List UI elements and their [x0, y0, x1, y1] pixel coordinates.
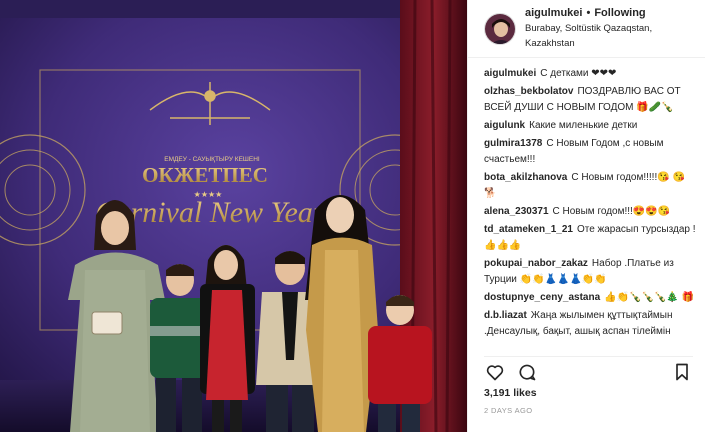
list-item: aigulmukei С детками ❤❤❤ — [484, 66, 697, 82]
list-item: aigulunk Какие миленькие детки — [484, 118, 697, 134]
comment-username[interactable]: bota_akilzhanova — [484, 172, 567, 183]
list-item: alena_230371 С Новым годом!!!😍😍😘 — [484, 204, 697, 220]
separator-dot: • — [586, 7, 591, 19]
following-button[interactable]: Following — [594, 6, 645, 21]
post-header: aigulmukei • Following Burabay, Soltüsti… — [468, 0, 705, 58]
list-item: d.b.liazat Жаңа жылымен құттықтаймын .Ден… — [484, 308, 697, 340]
comment-text: С детками ❤❤❤ — [540, 68, 617, 79]
comment-icon[interactable] — [516, 361, 538, 383]
post-date[interactable]: 2 DAYS AGO — [484, 406, 532, 415]
list-item: dostupnye_ceny_astana 👍👏🍾🍾🍾🎄 🎁 — [484, 290, 697, 306]
post-photo[interactable]: ЕМДЕУ - САУЫҚТЫРУ КЕШЕНІ ОКЖЕТПЕС ★★★★ C… — [0, 0, 467, 432]
location-link[interactable]: Burabay, Soltüstik Qazaqstan, Kazakhstan — [525, 21, 693, 51]
comment-username[interactable]: d.b.liazat — [484, 310, 527, 321]
list-item: gulmira1378 С Новым Годом ,с новым счасть… — [484, 136, 697, 168]
likes-count[interactable]: 3,191 likes — [484, 387, 537, 399]
list-item: olzhas_bekbolatov ПОЗДРАВЛЮ ВАС ОТ ВСЕЙ Д… — [484, 84, 697, 116]
comment-username[interactable]: pokupai_nabor_zakaz — [484, 258, 588, 269]
action-bar — [484, 356, 693, 382]
heart-icon[interactable] — [484, 361, 506, 383]
comments-list: aigulmukei С детками ❤❤❤ olzhas_bekbolato… — [484, 66, 697, 352]
list-item: pokupai_nabor_zakaz Набор .Платье из Турц… — [484, 256, 697, 288]
comment-username[interactable]: gulmira1378 — [484, 138, 542, 149]
post-sidebar: aigulmukei • Following Burabay, Soltüsti… — [467, 0, 705, 432]
comment-username[interactable]: aigulmukei — [484, 68, 536, 79]
comment-username[interactable]: olzhas_bekbolatov — [484, 86, 573, 97]
avatar[interactable] — [484, 12, 516, 45]
svg-text:ОКЖЕТПЕС: ОКЖЕТПЕС — [142, 163, 268, 187]
username-link[interactable]: aigulmukei — [525, 6, 582, 21]
comment-username[interactable]: aigulunk — [484, 120, 525, 131]
comment-text: С Новым годом!!!😍😍😘 — [552, 206, 671, 217]
comment-username[interactable]: dostupnye_ceny_astana — [484, 292, 600, 303]
list-item: bota_akilzhanova С Новым годом!!!!!😘 😘🐕 — [484, 170, 697, 202]
svg-text:ЕМДЕУ - САУЫҚТЫРУ КЕШЕНІ: ЕМДЕУ - САУЫҚТЫРУ КЕШЕНІ — [164, 156, 260, 163]
list-item: td_atameken_1_21 Оте жарасып турсыздар ! … — [484, 222, 697, 254]
bookmark-icon[interactable] — [671, 361, 693, 383]
post-image: ЕМДЕУ - САУЫҚТЫРУ КЕШЕНІ ОКЖЕТПЕС ★★★★ C… — [0, 0, 467, 432]
comment-username[interactable]: alena_230371 — [484, 206, 549, 217]
comment-text: 👍👏🍾🍾🍾🎄 🎁 — [604, 292, 695, 303]
comment-username[interactable]: td_atameken_1_21 — [484, 224, 573, 235]
comment-text: Какие миленькие детки — [529, 120, 638, 131]
